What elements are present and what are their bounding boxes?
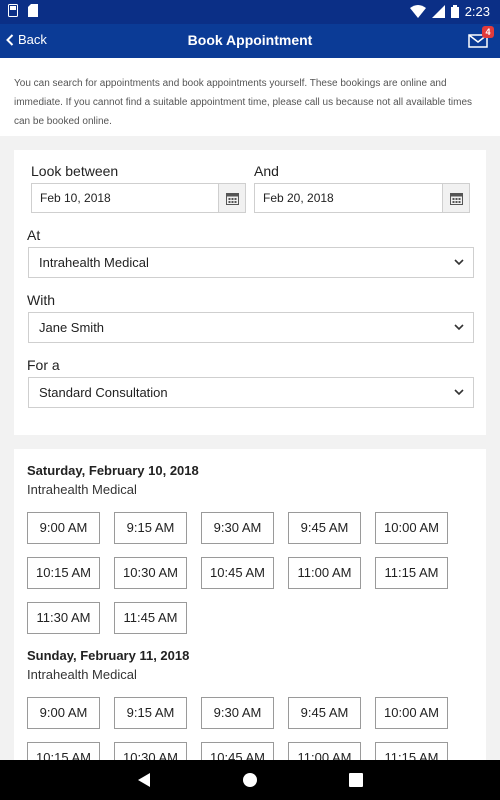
time-slot-button[interactable]: 10:45 AM bbox=[201, 557, 274, 589]
slot-grid: 9:00 AM 9:15 AM 9:30 AM 9:45 AM 10:00 AM 10:1… bbox=[27, 697, 477, 769]
nav-home-icon[interactable] bbox=[242, 772, 258, 788]
app-bar: Back Book Appointment 4 bbox=[0, 24, 500, 58]
wifi-icon bbox=[409, 5, 426, 18]
chevron-down-icon bbox=[454, 259, 464, 266]
page-title: Book Appointment bbox=[187, 32, 313, 48]
end-date-field[interactable]: Feb 20, 2018 bbox=[254, 183, 470, 213]
time-slot-button[interactable]: 9:45 AM bbox=[288, 697, 361, 729]
time-slot-button[interactable]: 10:15 AM bbox=[27, 557, 100, 589]
at-label: At bbox=[27, 227, 41, 243]
and-label: And bbox=[254, 163, 279, 179]
time-slot-button[interactable]: 9:15 AM bbox=[114, 697, 187, 729]
time-slot-button[interactable]: 9:00 AM bbox=[27, 697, 100, 729]
time-slot-button[interactable]: 11:15 AM bbox=[375, 557, 448, 589]
calendar-icon bbox=[225, 192, 239, 205]
look-between-label: Look between bbox=[31, 163, 119, 179]
time-slot-button[interactable]: 11:30 AM bbox=[27, 602, 100, 634]
signal-icon bbox=[431, 5, 445, 18]
nav-recents-icon[interactable] bbox=[349, 773, 363, 787]
status-time: 2:23 bbox=[464, 4, 490, 19]
start-date-calendar-button[interactable] bbox=[218, 184, 245, 212]
time-slot-button[interactable]: 11:00 AM bbox=[288, 557, 361, 589]
intro-text: You can search for appointments and book… bbox=[0, 58, 500, 136]
with-label: With bbox=[27, 292, 55, 308]
day-location: Intrahealth Medical bbox=[27, 667, 137, 682]
time-slot-button[interactable]: 10:00 AM bbox=[375, 512, 448, 544]
mail-badge: 4 bbox=[482, 26, 494, 38]
time-slot-button[interactable]: 9:45 AM bbox=[288, 512, 361, 544]
day-heading: Saturday, February 10, 2018 bbox=[27, 463, 199, 478]
day-heading: Sunday, February 11, 2018 bbox=[27, 648, 190, 663]
nav-back-icon[interactable] bbox=[137, 772, 151, 788]
day-location: Intrahealth Medical bbox=[27, 482, 137, 497]
location-select[interactable]: Intrahealth Medical bbox=[28, 247, 474, 278]
slot-grid: 9:00 AM 9:15 AM 9:30 AM 9:45 AM 10:00 AM 10:1… bbox=[27, 512, 477, 634]
time-slot-button[interactable]: 9:00 AM bbox=[27, 512, 100, 544]
chevron-down-icon bbox=[454, 324, 464, 331]
location-select-value: Intrahealth Medical bbox=[39, 255, 149, 270]
calendar-icon bbox=[449, 192, 463, 205]
search-card: Look between Feb 10, 2018 And Feb 20, 20… bbox=[14, 150, 486, 435]
sd-card-icon bbox=[28, 4, 38, 17]
results-card: Saturday, February 10, 2018 Intrahealth … bbox=[14, 449, 486, 769]
time-slot-button[interactable]: 9:30 AM bbox=[201, 512, 274, 544]
time-slot-button[interactable]: 10:00 AM bbox=[375, 697, 448, 729]
end-date-value: Feb 20, 2018 bbox=[263, 191, 334, 205]
battery-icon bbox=[450, 5, 459, 18]
chevron-down-icon bbox=[454, 389, 464, 396]
end-date-calendar-button[interactable] bbox=[442, 184, 469, 212]
time-slot-button[interactable]: 11:45 AM bbox=[114, 602, 187, 634]
for-label: For a bbox=[27, 357, 60, 373]
appointment-type-select[interactable]: Standard Consultation bbox=[28, 377, 474, 408]
start-date-field[interactable]: Feb 10, 2018 bbox=[31, 183, 246, 213]
time-slot-button[interactable]: 9:15 AM bbox=[114, 512, 187, 544]
start-date-value: Feb 10, 2018 bbox=[40, 191, 111, 205]
time-slot-button[interactable]: 10:30 AM bbox=[114, 557, 187, 589]
appointment-type-value: Standard Consultation bbox=[39, 385, 168, 400]
system-nav-bar bbox=[0, 760, 500, 800]
time-slot-button[interactable]: 9:30 AM bbox=[201, 697, 274, 729]
provider-select[interactable]: Jane Smith bbox=[28, 312, 474, 343]
provider-select-value: Jane Smith bbox=[39, 320, 105, 335]
notification-icon bbox=[8, 4, 18, 17]
status-bar: 2:23 bbox=[0, 0, 500, 24]
